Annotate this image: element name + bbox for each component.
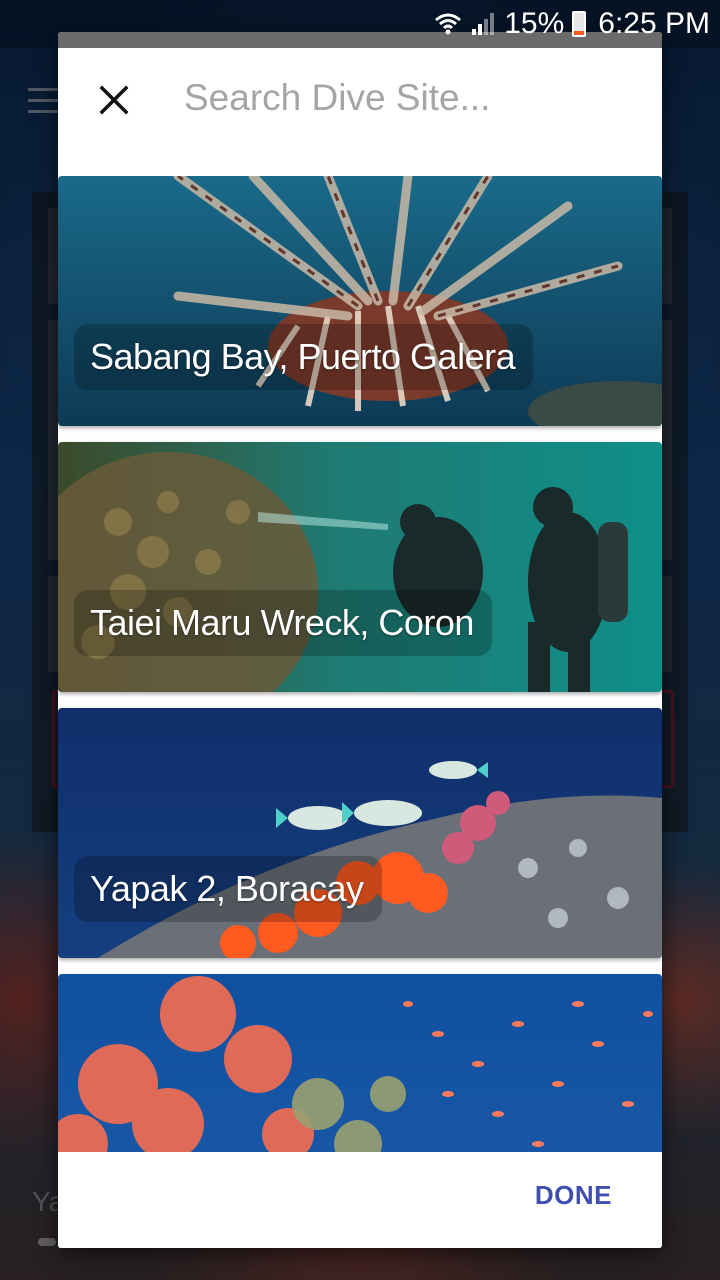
- dive-site-card-taiei-maru[interactable]: Taiei Maru Wreck, Coron: [58, 442, 662, 692]
- dive-site-label-box: Sabang Bay, Puerto Galera: [74, 324, 534, 390]
- coral-reef-photo: [58, 974, 662, 1152]
- dive-site-name: Sabang Bay, Puerto Galera: [90, 336, 516, 377]
- status-bar: 15% 6:25 PM: [0, 0, 720, 48]
- close-icon: [99, 85, 129, 115]
- search-input[interactable]: [184, 68, 624, 128]
- done-button[interactable]: DONE: [535, 1180, 612, 1211]
- dive-site-label-box: Yapak 2, Boracay: [74, 856, 382, 922]
- dive-site-list: Sabang Bay, Puerto Galera Taiei Maru Wre…: [58, 176, 662, 1152]
- dive-site-search-dialog: Sabang Bay, Puerto Galera: [58, 32, 662, 1248]
- dive-site-label-box: Taiei Maru Wreck, Coron: [74, 590, 492, 656]
- battery-icon: [572, 11, 587, 37]
- battery-percent: 15%: [504, 7, 565, 40]
- dive-site-name: Yapak 2, Boracay: [90, 868, 364, 909]
- dive-site-card-sabang-bay[interactable]: Sabang Bay, Puerto Galera: [58, 176, 662, 426]
- clock: 6:25 PM: [598, 7, 710, 40]
- wifi-icon: [434, 11, 462, 37]
- signal-icon: [470, 11, 496, 37]
- dive-site-card-yapak-2[interactable]: Yapak 2, Boracay: [58, 708, 662, 958]
- dialog-footer: DONE: [58, 1152, 662, 1248]
- dive-site-card-coral-reef[interactable]: [58, 974, 662, 1152]
- close-button[interactable]: [88, 74, 140, 126]
- dive-site-name: Taiei Maru Wreck, Coron: [90, 602, 474, 643]
